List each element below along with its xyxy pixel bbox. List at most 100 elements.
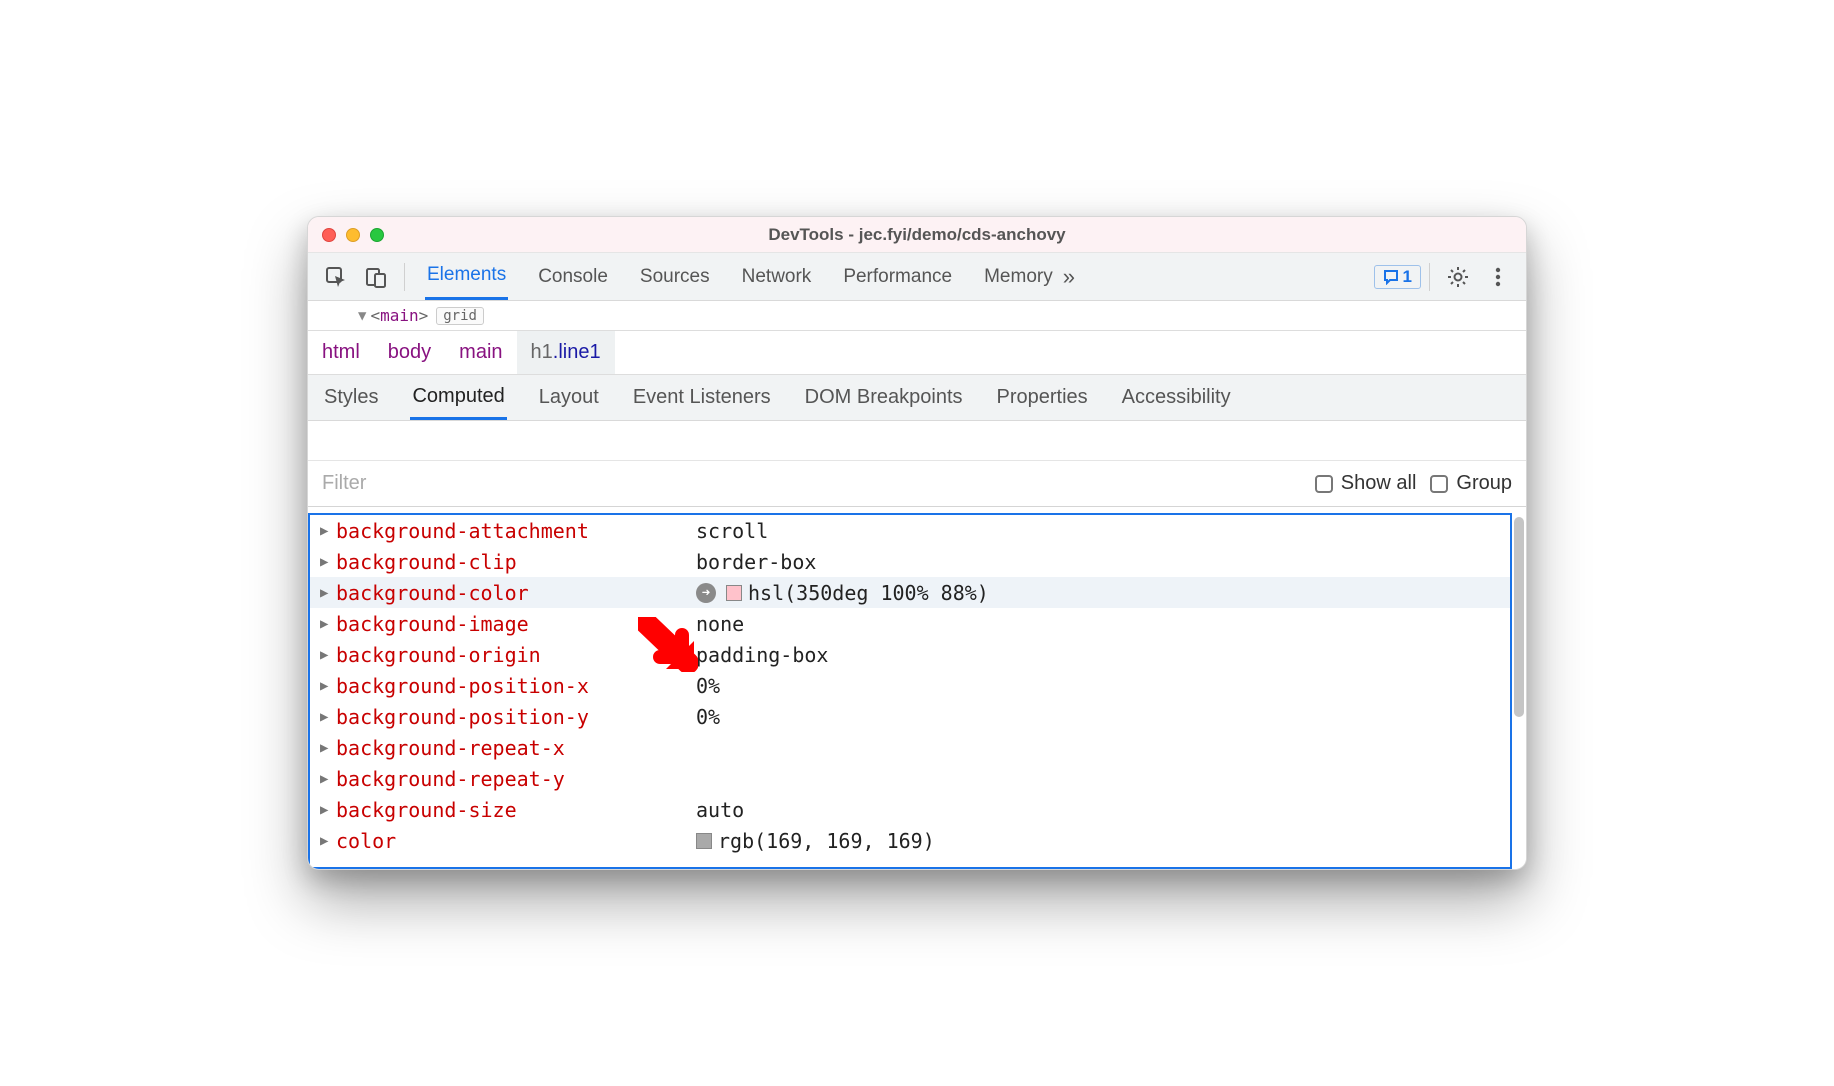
breadcrumb-main[interactable]: main <box>445 331 516 374</box>
property-value: padding-box <box>696 643 828 667</box>
subtab-layout[interactable]: Layout <box>537 375 601 420</box>
main-tabs: Elements Console Sources Network Perform… <box>413 253 1055 300</box>
property-name: background-attachment <box>336 519 696 543</box>
grid-badge[interactable]: grid <box>436 307 484 325</box>
computed-row[interactable]: ▶background-clipborder-box <box>310 546 1510 577</box>
scrollbar-thumb[interactable] <box>1514 517 1524 717</box>
tabs-overflow-icon[interactable]: » <box>1055 264 1083 290</box>
computed-row[interactable]: ▶background-position-y0% <box>310 701 1510 732</box>
property-value-text: padding-box <box>696 643 828 667</box>
property-value: 0% <box>696 674 720 698</box>
property-name: background-image <box>336 612 696 636</box>
computed-row[interactable]: ▶background-repeat-x <box>310 732 1510 763</box>
property-value: ➜ hsl(350deg 100% 88%) <box>696 581 989 605</box>
computed-row[interactable]: ▶background-attachmentscroll <box>310 515 1510 546</box>
group-checkbox[interactable]: Group <box>1430 472 1512 495</box>
goto-icon[interactable]: ➜ <box>696 583 716 603</box>
expand-icon[interactable]: ▶ <box>320 709 336 725</box>
tab-console[interactable]: Console <box>536 253 610 300</box>
separator <box>404 263 405 291</box>
breadcrumb: html body main h1.line1 <box>308 331 1526 375</box>
computed-row[interactable]: ▶color rgb(169, 169, 169) <box>310 825 1510 856</box>
property-value-text: border-box <box>696 550 816 574</box>
checkbox-icon <box>1430 475 1448 493</box>
property-value-text: hsl(350deg 100% 88%) <box>748 581 989 605</box>
devtools-window: DevTools - jec.fyi/demo/cds-anchovy Elem… <box>307 216 1527 870</box>
dom-tree-row[interactable]: ▼ <main> grid <box>308 301 1526 331</box>
issues-badge[interactable]: 1 <box>1374 265 1421 289</box>
tab-performance[interactable]: Performance <box>841 253 954 300</box>
property-value: auto <box>696 798 744 822</box>
property-value: 0% <box>696 705 720 729</box>
expand-icon[interactable]: ▶ <box>320 647 336 663</box>
subtab-styles[interactable]: Styles <box>322 375 380 420</box>
tab-memory[interactable]: Memory <box>982 253 1055 300</box>
filter-row: Filter Show all Group <box>308 461 1526 507</box>
property-name: background-clip <box>336 550 696 574</box>
spacer <box>308 421 1526 461</box>
tab-network[interactable]: Network <box>740 253 814 300</box>
subtab-event-listeners[interactable]: Event Listeners <box>631 375 773 420</box>
expand-icon[interactable]: ▶ <box>320 616 336 632</box>
subtab-dom-breakpoints[interactable]: DOM Breakpoints <box>803 375 965 420</box>
expand-icon[interactable]: ▼ <box>358 308 366 324</box>
device-toggle-icon[interactable] <box>356 257 396 297</box>
main-toolbar: Elements Console Sources Network Perform… <box>308 253 1526 301</box>
property-name: background-repeat-x <box>336 736 696 760</box>
separator <box>1429 263 1430 291</box>
tab-elements[interactable]: Elements <box>425 253 508 300</box>
property-name: background-repeat-y <box>336 767 696 791</box>
checkbox-icon <box>1315 475 1333 493</box>
issues-icon <box>1383 269 1399 285</box>
computed-row[interactable]: ▶background-color➜ hsl(350deg 100% 88%) <box>310 577 1510 608</box>
color-swatch[interactable] <box>696 833 712 849</box>
computed-row[interactable]: ▶background-position-x0% <box>310 670 1510 701</box>
breadcrumb-body[interactable]: body <box>374 331 445 374</box>
show-all-checkbox[interactable]: Show all <box>1315 472 1417 495</box>
property-name: background-position-y <box>336 705 696 729</box>
expand-icon[interactable]: ▶ <box>320 740 336 756</box>
property-value-text: none <box>696 612 744 636</box>
subtab-properties[interactable]: Properties <box>995 375 1090 420</box>
breadcrumb-class: .line1 <box>553 341 601 364</box>
property-value-text: scroll <box>696 519 768 543</box>
property-value-text: rgb(169, 169, 169) <box>718 829 935 853</box>
property-name: color <box>336 829 696 853</box>
property-name: background-origin <box>336 643 696 667</box>
gear-icon[interactable] <box>1438 257 1478 297</box>
group-label: Group <box>1456 472 1512 495</box>
issues-count: 1 <box>1403 267 1412 287</box>
inspect-icon[interactable] <box>316 257 356 297</box>
expand-icon[interactable]: ▶ <box>320 678 336 694</box>
tab-sources[interactable]: Sources <box>638 253 712 300</box>
expand-icon[interactable]: ▶ <box>320 585 336 601</box>
titlebar: DevTools - jec.fyi/demo/cds-anchovy <box>308 217 1526 253</box>
property-value: rgb(169, 169, 169) <box>696 829 935 853</box>
property-name: background-color <box>336 581 696 605</box>
expand-icon[interactable]: ▶ <box>320 771 336 787</box>
show-all-label: Show all <box>1341 472 1417 495</box>
computed-row[interactable]: ▶background-repeat-y <box>310 763 1510 794</box>
property-value: scroll <box>696 519 768 543</box>
scrollbar[interactable] <box>1512 513 1526 869</box>
computed-row[interactable]: ▶background-originpadding-box <box>310 639 1510 670</box>
computed-row[interactable]: ▶background-imagenone <box>310 608 1510 639</box>
property-value-text: 0% <box>696 705 720 729</box>
expand-icon[interactable]: ▶ <box>320 802 336 818</box>
color-swatch[interactable] <box>726 585 742 601</box>
expand-icon[interactable]: ▶ <box>320 833 336 849</box>
breadcrumb-html[interactable]: html <box>308 331 374 374</box>
kebab-icon[interactable] <box>1478 257 1518 297</box>
subtab-accessibility[interactable]: Accessibility <box>1120 375 1233 420</box>
expand-icon[interactable]: ▶ <box>320 523 336 539</box>
breadcrumb-h1[interactable]: h1.line1 <box>517 331 615 374</box>
filter-input[interactable]: Filter <box>322 472 1301 495</box>
styles-subtabs: Styles Computed Layout Event Listeners D… <box>308 375 1526 421</box>
property-name: background-size <box>336 798 696 822</box>
computed-row[interactable]: ▶background-sizeauto <box>310 794 1510 825</box>
property-value-text: 0% <box>696 674 720 698</box>
subtab-computed[interactable]: Computed <box>410 375 506 420</box>
expand-icon[interactable]: ▶ <box>320 554 336 570</box>
property-value: border-box <box>696 550 816 574</box>
dom-tag: main <box>380 306 419 325</box>
